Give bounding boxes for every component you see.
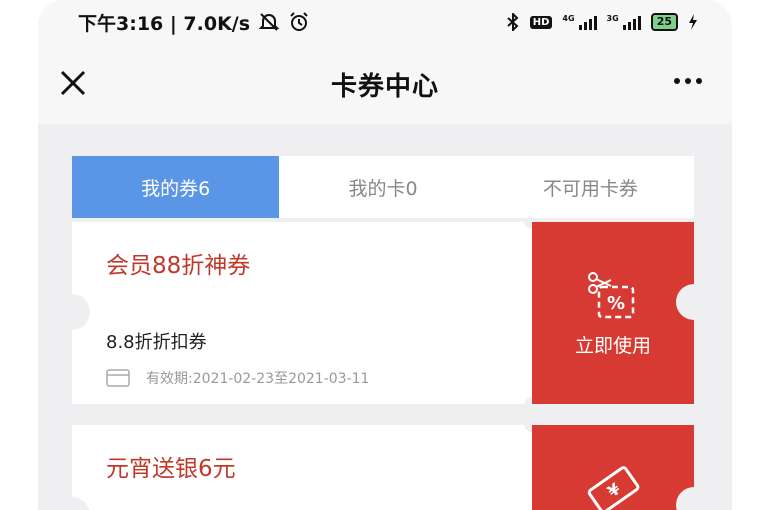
- hd-badge: HD: [529, 15, 553, 29]
- charging-bolt-icon: [689, 14, 697, 30]
- coupon-action[interactable]: ¥: [532, 425, 712, 510]
- tab-unavailable[interactable]: 不可用卡券: [487, 156, 694, 218]
- tab-my-cards[interactable]: 我的卡0: [279, 156, 486, 218]
- phone-frame: 下午3:16 | 7.0K/s HD 4G 3G 25 卡券中心 我的券6 我的…: [38, 0, 732, 510]
- status-time: 下午3:16 | 7.0K/s: [78, 12, 251, 35]
- scissors-percent-icon: %: [588, 271, 635, 318]
- tab-my-coupons[interactable]: 我的券6: [72, 156, 280, 218]
- bell-muted-icon: [258, 13, 280, 31]
- ticket-icon: ¥: [587, 466, 640, 510]
- close-icon[interactable]: [56, 66, 90, 100]
- signal-3g-icon: 3G: [607, 14, 641, 30]
- coupon-description: 8.8折折扣券: [106, 332, 207, 353]
- bluetooth-icon: [507, 13, 519, 31]
- coupon-body: 元宵送银6元: [54, 424, 540, 510]
- svg-text:%: %: [607, 293, 625, 314]
- more-icon[interactable]: [674, 78, 702, 84]
- coupon-title: 元宵送银6元: [106, 456, 236, 482]
- nav-bar: 卡券中心: [38, 44, 732, 124]
- coupon-card[interactable]: 元宵送银6元 ¥: [54, 424, 712, 510]
- use-now-button[interactable]: % 立即使用: [532, 222, 712, 404]
- svg-text:¥: ¥: [604, 479, 624, 501]
- battery-indicator: 25: [650, 13, 678, 31]
- status-bar: 下午3:16 | 7.0K/s HD 4G 3G 25: [38, 0, 732, 44]
- use-now-label: 立即使用: [574, 334, 651, 357]
- coupon-validity: 有效期:2021-02-23至2021-03-11: [106, 368, 369, 388]
- coupon-card[interactable]: 会员88折神券 8.8折折扣券 有效期:2021-02-23至2021-03-1…: [54, 221, 712, 405]
- coupon-tabs: 我的券6 我的卡0 不可用卡券: [72, 156, 694, 218]
- page-title: 卡券中心: [330, 71, 439, 102]
- card-icon: [106, 369, 130, 387]
- alarm-clock-icon: [290, 12, 308, 31]
- signal-4g-icon: 4G: [562, 14, 597, 30]
- coupon-body: 会员88折神券 8.8折折扣券 有效期:2021-02-23至2021-03-1…: [54, 221, 540, 405]
- coupon-title: 会员88折神券: [106, 253, 251, 279]
